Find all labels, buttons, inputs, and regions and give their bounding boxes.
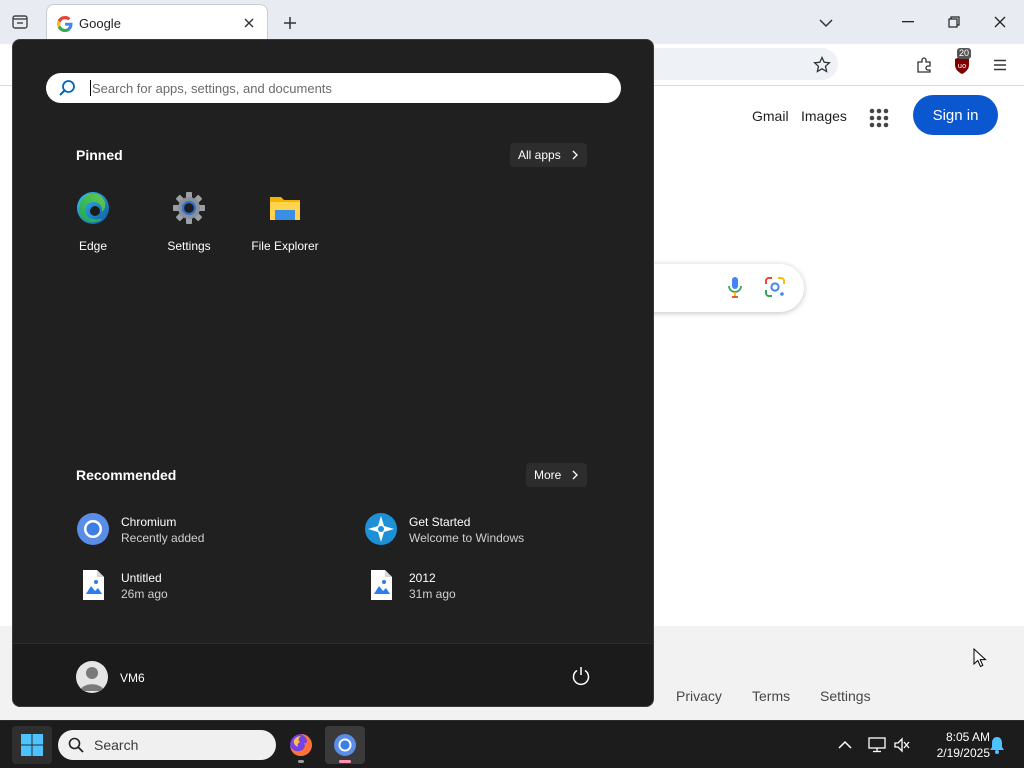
settings-gear-icon bbox=[173, 192, 205, 224]
active-indicator bbox=[339, 760, 351, 763]
user-avatar[interactable] bbox=[76, 661, 108, 693]
menu-icon[interactable] bbox=[988, 53, 1012, 77]
user-name[interactable]: VM6 bbox=[120, 671, 145, 685]
pinned-app-label: Edge bbox=[78, 239, 108, 253]
get-started-icon bbox=[365, 513, 397, 545]
extensions-puzzle-icon[interactable] bbox=[912, 53, 936, 77]
restore-icon[interactable] bbox=[938, 8, 970, 36]
tab-search-icon[interactable] bbox=[6, 10, 34, 34]
taskbar-search[interactable]: Search bbox=[58, 730, 276, 760]
pinned-app-label: File Explorer bbox=[251, 239, 319, 253]
more-label: More bbox=[534, 468, 562, 482]
folder-icon bbox=[270, 197, 300, 220]
volume-muted-icon[interactable] bbox=[891, 734, 913, 756]
windows-logo-icon bbox=[21, 734, 43, 756]
start-menu-footer: VM6 bbox=[13, 643, 653, 706]
taskbar-search-label: Search bbox=[94, 737, 139, 753]
chromium-icon bbox=[77, 513, 109, 545]
svg-text:uo: uo bbox=[958, 62, 967, 70]
pinned-app-file-explorer[interactable]: File Explorer bbox=[240, 190, 330, 253]
running-indicator bbox=[298, 760, 304, 763]
user-icon bbox=[80, 667, 104, 691]
recommended-item-chromium[interactable]: Chromium Recently added bbox=[76, 510, 336, 550]
privacy-link[interactable]: Privacy bbox=[676, 688, 722, 704]
recommended-item-subtitle: Recently added bbox=[121, 531, 205, 545]
taskbar-app-firefox[interactable] bbox=[281, 726, 321, 764]
new-tab-icon[interactable] bbox=[278, 11, 302, 35]
close-window-icon[interactable] bbox=[984, 8, 1016, 36]
close-tab-icon[interactable] bbox=[239, 13, 259, 33]
text-cursor bbox=[90, 80, 91, 96]
more-button[interactable]: More bbox=[526, 463, 588, 487]
pinned-app-edge[interactable]: Edge bbox=[48, 190, 138, 253]
bookmark-star-icon[interactable] bbox=[810, 53, 834, 77]
all-apps-label: All apps bbox=[518, 148, 561, 162]
search-icon bbox=[68, 737, 84, 753]
taskbar: Search 8:05 AM 2/19/2025 bbox=[0, 720, 1024, 768]
tab-google[interactable]: Google bbox=[46, 4, 268, 44]
chromium-icon bbox=[334, 734, 356, 756]
start-search-placeholder: Search for apps, settings, and documents bbox=[92, 81, 332, 96]
recommended-item-2012[interactable]: 2012 31m ago bbox=[364, 566, 624, 606]
images-link[interactable]: Images bbox=[801, 108, 847, 124]
recommended-heading: Recommended bbox=[76, 467, 177, 483]
clock-time: 8:05 AM bbox=[945, 730, 990, 744]
google-apps-icon[interactable] bbox=[867, 106, 891, 130]
sign-in-button[interactable]: Sign in bbox=[913, 95, 998, 135]
recommended-item-untitled[interactable]: Untitled 26m ago bbox=[76, 566, 336, 606]
recommended-item-name: 2012 bbox=[409, 571, 436, 585]
clock-date: 2/19/2025 bbox=[936, 746, 990, 760]
all-apps-button[interactable]: All apps bbox=[510, 143, 587, 167]
recommended-item-subtitle: Welcome to Windows bbox=[409, 531, 525, 545]
recommended-item-name: Untitled bbox=[121, 571, 162, 585]
image-file-icon bbox=[83, 570, 104, 600]
chevron-right-icon bbox=[572, 470, 579, 480]
browser-tab-strip: Google bbox=[0, 0, 1024, 44]
recommended-item-name: Get Started bbox=[409, 515, 471, 529]
voice-search-icon[interactable] bbox=[722, 274, 748, 300]
image-file-icon bbox=[371, 570, 392, 600]
pinned-app-settings[interactable]: Settings bbox=[144, 190, 234, 253]
firefox-icon bbox=[290, 734, 312, 756]
taskbar-app-chromium[interactable] bbox=[325, 726, 365, 764]
search-icon bbox=[59, 80, 75, 96]
start-search-input[interactable]: Search for apps, settings, and documents bbox=[46, 73, 621, 103]
start-menu: Search for apps, settings, and documents… bbox=[12, 39, 654, 707]
chevron-right-icon bbox=[572, 150, 578, 160]
recommended-item-subtitle: 26m ago bbox=[121, 587, 168, 601]
google-lens-icon[interactable] bbox=[762, 274, 788, 300]
terms-link[interactable]: Terms bbox=[752, 688, 790, 704]
gmail-link[interactable]: Gmail bbox=[752, 108, 789, 124]
network-icon[interactable] bbox=[866, 734, 888, 756]
power-icon[interactable] bbox=[570, 665, 592, 687]
tab-title: Google bbox=[79, 16, 121, 31]
pinned-app-label: Settings bbox=[167, 239, 211, 253]
chevron-down-icon[interactable] bbox=[814, 11, 838, 35]
clock[interactable]: 8:05 AM 2/19/2025 bbox=[918, 729, 990, 761]
edge-icon bbox=[77, 192, 109, 224]
chevron-up-icon[interactable] bbox=[834, 734, 856, 756]
recommended-item-name: Chromium bbox=[121, 515, 177, 529]
pinned-heading: Pinned bbox=[76, 147, 123, 163]
minimize-icon[interactable] bbox=[892, 8, 924, 36]
google-favicon-icon bbox=[57, 16, 73, 32]
notification-bell-icon[interactable] bbox=[986, 734, 1008, 756]
settings-link[interactable]: Settings bbox=[820, 688, 871, 704]
recommended-item-get-started[interactable]: Get Started Welcome to Windows bbox=[364, 510, 624, 550]
mouse-pointer-icon bbox=[973, 648, 987, 668]
recommended-item-subtitle: 31m ago bbox=[409, 587, 456, 601]
start-button[interactable] bbox=[12, 726, 52, 764]
ublock-badge: 20 bbox=[957, 48, 972, 59]
